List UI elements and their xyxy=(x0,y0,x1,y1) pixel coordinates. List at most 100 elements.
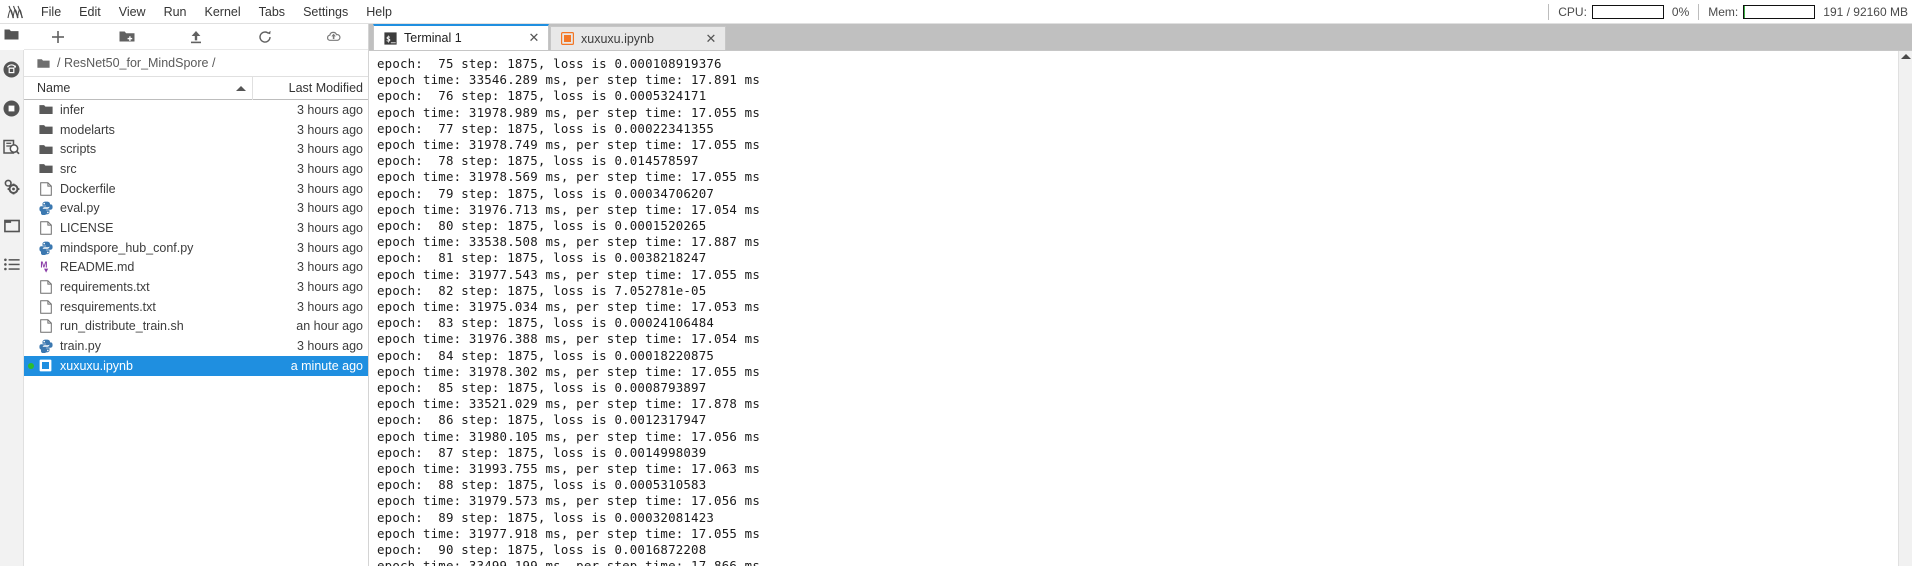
terminal-line: epoch: 85 step: 1875, loss is 0.00087938… xyxy=(377,380,707,396)
file-row-run-distribute-train-sh[interactable]: run_distribute_train.sh an hour ago xyxy=(24,317,368,337)
file-name: README.md xyxy=(60,260,135,275)
terminal-line: epoch time: 33538.508 ms, per step time:… xyxy=(377,234,760,250)
file-row-dockerfile[interactable]: Dockerfile 3 hours ago xyxy=(24,179,368,199)
markdown-icon: M xyxy=(37,260,54,274)
breadcrumb-path: / ResNet50_for_MindSpore / xyxy=(57,56,216,70)
gears-icon xyxy=(3,178,20,195)
file-row-resquirements-txt[interactable]: resquirements.txt 3 hours ago xyxy=(24,297,368,317)
file-modified: 3 hours ago xyxy=(296,280,363,295)
file-row-scripts[interactable]: scripts 3 hours ago xyxy=(24,139,368,159)
jupyterlab-logo-icon xyxy=(0,0,32,24)
column-header-name[interactable]: Name xyxy=(37,81,252,95)
sidebar-item-stop[interactable] xyxy=(0,89,24,128)
terminal-line: epoch: 77 step: 1875, loss is 0.00022341… xyxy=(377,120,715,136)
breadcrumb[interactable]: / ResNet50_for_MindSpore / xyxy=(24,50,368,76)
menu-edit[interactable]: Edit xyxy=(70,2,110,22)
file-name: scripts xyxy=(60,142,97,157)
folder-icon xyxy=(37,124,54,135)
sidebar-item-open-tabs[interactable] xyxy=(0,206,24,245)
new-folder-button[interactable] xyxy=(93,24,162,50)
file-name: modelarts xyxy=(60,122,115,137)
refresh-button[interactable] xyxy=(230,24,299,50)
file-row-license[interactable]: LICENSE 3 hours ago xyxy=(24,218,368,238)
file-list-header: Name Last Modified xyxy=(24,76,368,100)
file-icon xyxy=(37,221,54,235)
terminal-output[interactable]: epoch: 75 step: 1875, loss is 0.00010891… xyxy=(369,51,1898,566)
file-modified: 3 hours ago xyxy=(296,201,363,216)
menu-view[interactable]: View xyxy=(110,2,155,22)
sidebar-item-running[interactable] xyxy=(0,50,24,89)
tab-xuxuxu-ipynb[interactable]: xuxuxu.ipynb ✕ xyxy=(550,26,726,50)
cloud-upload-button[interactable] xyxy=(299,24,368,50)
menu-run[interactable]: Run xyxy=(155,2,196,22)
menu-kernel[interactable]: Kernel xyxy=(196,2,250,22)
status-divider-1 xyxy=(1548,4,1550,20)
upload-button[interactable] xyxy=(162,24,231,50)
file-name: requirements.txt xyxy=(60,280,150,295)
cloud-upload-icon xyxy=(326,30,342,43)
file-row-requirements-txt[interactable]: requirements.txt 3 hours ago xyxy=(24,277,368,297)
file-modified: 3 hours ago xyxy=(296,142,363,157)
file-icon xyxy=(37,299,54,314)
file-name: run_distribute_train.sh xyxy=(60,319,184,334)
file-modified: 3 hours ago xyxy=(296,339,363,354)
svg-text:$_: $_ xyxy=(386,34,396,43)
file-name: mindspore_hub_conf.py xyxy=(60,240,194,255)
tab-terminal-1[interactable]: $_ Terminal 1 ✕ xyxy=(373,24,549,50)
file-row-xuxuxu-ipynb[interactable]: xuxuxu.ipynb a minute ago xyxy=(24,355,368,376)
menu-bar: File Edit View Run Kernel Tabs Settings … xyxy=(0,0,1912,24)
file-modified: an hour ago xyxy=(296,319,363,334)
terminal-line: epoch: 89 step: 1875, loss is 0.00032081… xyxy=(377,509,715,525)
terminal-line: epoch time: 31978.749 ms, per step time:… xyxy=(377,137,760,153)
column-header-last-modified[interactable]: Last Modified xyxy=(252,76,368,100)
menu-file[interactable]: File xyxy=(32,2,70,22)
upload-arrow-icon xyxy=(189,30,203,44)
file-row-modelarts[interactable]: modelarts 3 hours ago xyxy=(24,120,368,140)
mem-value: 191 / 92160 MB xyxy=(1823,5,1908,19)
python-icon xyxy=(37,201,54,216)
workspace: / ResNet50_for_MindSpore / Name Last Mod… xyxy=(0,24,1912,566)
terminal-panel[interactable]: epoch: 75 step: 1875, loss is 0.00010891… xyxy=(369,50,1912,566)
scroll-up-arrow-icon[interactable] xyxy=(1901,54,1911,59)
terminal-scrollbar[interactable] xyxy=(1898,51,1912,566)
new-launcher-button[interactable] xyxy=(24,24,93,50)
menu-help[interactable]: Help xyxy=(357,2,401,22)
terminal-line: epoch time: 31976.388 ms, per step time:… xyxy=(377,331,760,347)
terminal-line: epoch: 79 step: 1875, loss is 0.00034706… xyxy=(377,185,715,201)
file-name: xuxuxu.ipynb xyxy=(60,358,133,373)
menu-settings[interactable]: Settings xyxy=(294,2,357,22)
column-header-name-label: Name xyxy=(37,81,71,95)
sidebar-item-file-browser[interactable] xyxy=(0,24,24,50)
python-icon xyxy=(37,339,54,354)
terminal-line: epoch time: 31978.989 ms, per step time:… xyxy=(377,104,760,120)
file-row-src[interactable]: src 3 hours ago xyxy=(24,159,368,179)
file-modified: 3 hours ago xyxy=(296,260,363,275)
close-icon[interactable]: ✕ xyxy=(526,30,542,46)
running-terminals-icon xyxy=(3,61,20,78)
terminal-line: epoch: 88 step: 1875, loss is 0.00053105… xyxy=(377,477,707,493)
file-row-readme-md[interactable]: M README.md 3 hours ago xyxy=(24,258,368,278)
file-row-eval-py[interactable]: eval.py 3 hours ago xyxy=(24,198,368,218)
terminal-line: epoch time: 31980.105 ms, per step time:… xyxy=(377,428,760,444)
refresh-icon xyxy=(258,30,272,44)
cpu-label: CPU: xyxy=(1558,5,1587,19)
sidebar-item-table-of-contents[interactable] xyxy=(0,245,24,284)
sidebar-item-property-inspector[interactable] xyxy=(0,167,24,206)
sidebar-item-commands[interactable] xyxy=(0,128,24,167)
file-browser-panel: / ResNet50_for_MindSpore / Name Last Mod… xyxy=(24,24,369,566)
file-name: infer xyxy=(60,102,85,117)
file-row-train-py[interactable]: train.py 3 hours ago xyxy=(24,336,368,356)
file-row-infer[interactable]: infer 3 hours ago xyxy=(24,100,368,120)
file-row-mindspore-hub-conf-py[interactable]: mindspore_hub_conf.py 3 hours ago xyxy=(24,238,368,258)
running-indicator-dot xyxy=(28,362,34,369)
file-modified: 3 hours ago xyxy=(296,240,363,255)
folder-icon xyxy=(4,28,19,46)
terminal-line: epoch: 84 step: 1875, loss is 0.00018220… xyxy=(377,347,715,363)
file-modified: 3 hours ago xyxy=(296,181,363,196)
menu-tabs[interactable]: Tabs xyxy=(250,2,294,22)
terminal-line: epoch time: 31978.302 ms, per step time:… xyxy=(377,363,760,379)
new-folder-icon xyxy=(119,30,135,43)
close-icon[interactable]: ✕ xyxy=(703,31,719,47)
terminal-line: epoch: 78 step: 1875, loss is 0.01457859… xyxy=(377,153,699,169)
open-tabs-icon xyxy=(3,219,20,233)
